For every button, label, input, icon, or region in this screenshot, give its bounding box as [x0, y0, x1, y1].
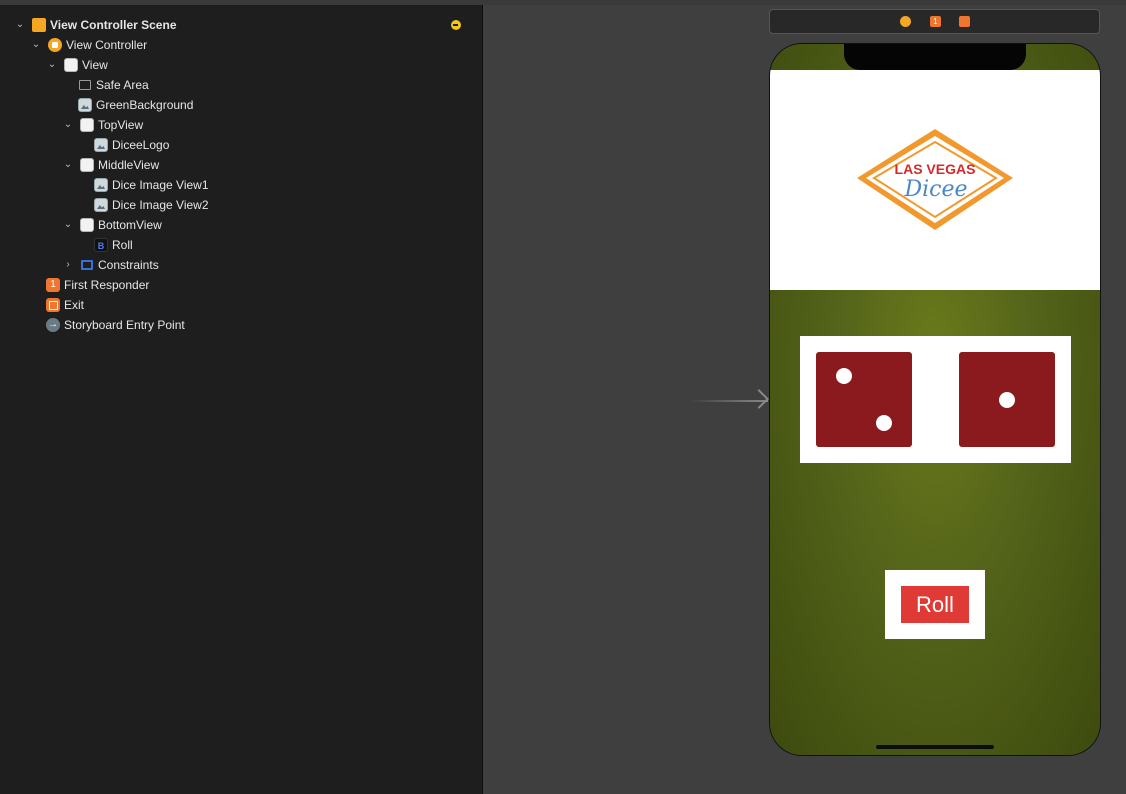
phone-notch: [844, 44, 1026, 70]
chevron-down-icon[interactable]: ⌄: [46, 59, 58, 71]
chevron-down-icon[interactable]: ⌄: [62, 119, 74, 131]
chevron-down-icon[interactable]: ⌄: [30, 39, 42, 51]
outline-item-green-background[interactable]: GreenBackground: [78, 95, 193, 115]
middle-view[interactable]: [800, 336, 1071, 463]
outline-item-first-responder[interactable]: 1 First Responder: [46, 275, 149, 295]
chevron-right-icon[interactable]: ›: [62, 259, 74, 271]
image-view-icon: [94, 138, 108, 152]
outline-item-safe-area[interactable]: Safe Area: [78, 75, 149, 95]
outline-item-dice-image-view1[interactable]: Dice Image View1: [94, 175, 209, 195]
dicee-logo: LAS VEGAS Dicee: [857, 129, 1013, 230]
logo-dicee-text: Dicee: [903, 177, 967, 202]
image-view-icon: [94, 198, 108, 212]
outline-item-label: Safe Area: [96, 78, 149, 92]
outline-item-label: View Controller Scene: [50, 18, 177, 32]
chevron-down-icon[interactable]: ⌄: [14, 19, 26, 31]
die-pip: [876, 415, 892, 431]
document-outline: ⌄ View Controller Scene ⌄ View Controlle…: [0, 5, 483, 794]
view-icon: [64, 58, 78, 72]
first-responder-icon[interactable]: 1: [930, 16, 941, 27]
outline-item-top-view[interactable]: ⌄ TopView: [62, 115, 143, 135]
outline-item-label: View Controller: [66, 38, 148, 52]
outline-item-middle-view[interactable]: ⌄ MiddleView: [62, 155, 159, 175]
outline-item-label: Dice Image View2: [112, 198, 209, 212]
logo-las-vegas-text: LAS VEGAS: [895, 161, 976, 177]
outline-item-label: Constraints: [98, 258, 159, 272]
chevron-down-icon[interactable]: ⌄: [62, 219, 74, 231]
outline-item-storyboard-entry-point[interactable]: → Storyboard Entry Point: [46, 315, 185, 335]
view-controller-icon: [48, 38, 62, 52]
warning-icon[interactable]: [451, 20, 461, 30]
roll-button[interactable]: Roll: [901, 586, 969, 623]
constraints-icon: [81, 260, 93, 270]
entry-point-icon: →: [46, 318, 60, 332]
dice-image-view1[interactable]: [816, 352, 912, 447]
outline-item-label: View: [82, 58, 108, 72]
safe-area-icon: [79, 80, 91, 90]
outline-item-label: Storyboard Entry Point: [64, 318, 185, 332]
iphone-scene[interactable]: LAS VEGAS Dicee Roll: [770, 44, 1100, 755]
top-view[interactable]: LAS VEGAS Dicee: [770, 70, 1100, 290]
outline-item-label: DiceeLogo: [112, 138, 170, 152]
view-controller-icon[interactable]: [900, 16, 911, 27]
dice-image-view2[interactable]: [959, 352, 1055, 447]
die-pip: [999, 392, 1015, 408]
outline-item-dice-image-view2[interactable]: Dice Image View2: [94, 195, 209, 215]
scene-icon: [32, 18, 46, 32]
outline-item-label: TopView: [98, 118, 144, 132]
outline-item-label: Dice Image View1: [112, 178, 209, 192]
bottom-view[interactable]: Roll: [885, 570, 985, 639]
outline-item-constraints[interactable]: › Constraints: [62, 255, 159, 275]
outline-item-label: GreenBackground: [96, 98, 194, 112]
outline-item-bottom-view[interactable]: ⌄ BottomView: [62, 215, 162, 235]
view-icon: [80, 158, 94, 172]
outline-item-label: BottomView: [98, 218, 162, 232]
outline-item-label: MiddleView: [98, 158, 160, 172]
outline-item-label: First Responder: [64, 278, 150, 292]
view-icon: [80, 218, 94, 232]
exit-icon[interactable]: [959, 16, 970, 27]
first-responder-icon: 1: [46, 278, 60, 292]
outline-item-label: Roll: [112, 238, 133, 252]
outline-item-exit[interactable]: Exit: [46, 295, 84, 315]
outline-item-label: Exit: [64, 298, 85, 312]
outline-item-view-controller[interactable]: ⌄ View Controller: [30, 35, 147, 55]
image-view-icon: [94, 178, 108, 192]
outline-item-roll[interactable]: B Roll: [94, 235, 133, 255]
view-icon: [80, 118, 94, 132]
button-icon: B: [94, 238, 108, 252]
chevron-down-icon[interactable]: ⌄: [62, 159, 74, 171]
die-pip: [836, 368, 852, 384]
outline-item-view[interactable]: ⌄ View: [46, 55, 108, 75]
outline-item-dicee-logo[interactable]: DiceeLogo: [94, 135, 169, 155]
outline-item-view-controller-scene[interactable]: ⌄ View Controller Scene: [14, 15, 177, 35]
image-view-icon: [78, 98, 92, 112]
home-indicator: [876, 745, 994, 749]
exit-icon: [46, 298, 60, 312]
